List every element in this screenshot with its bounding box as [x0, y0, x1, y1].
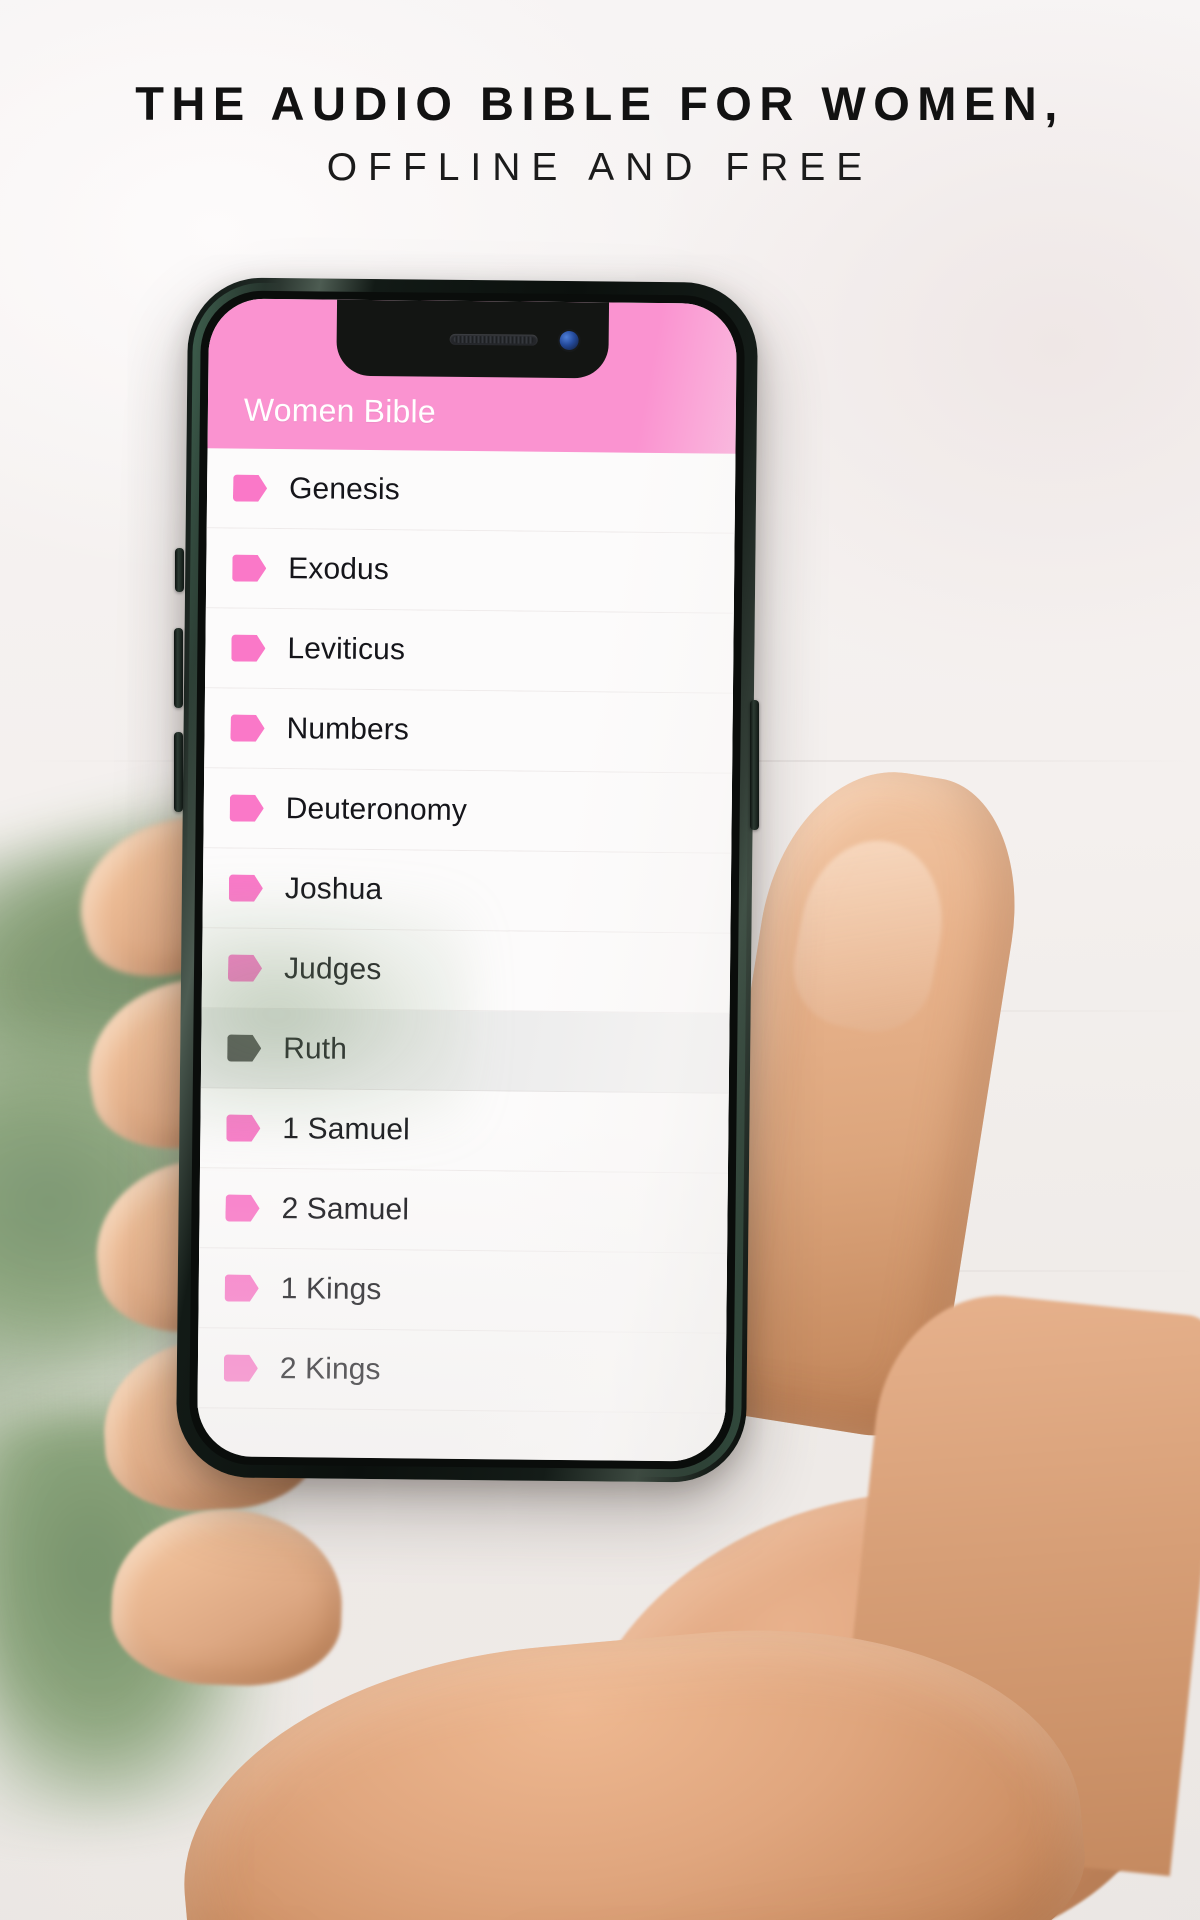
phone-notch [336, 299, 610, 379]
hand-lower-palm [166, 1601, 1094, 1920]
promo-page: THE AUDIO BIBLE FOR WOMEN, OFFLINE AND F… [0, 0, 1200, 1920]
promo-subheadline: OFFLINE AND FREE [326, 145, 874, 189]
bookmark-tag-icon [225, 1274, 259, 1301]
book-list-item-label: Ruth [283, 1031, 348, 1066]
book-list-item[interactable]: Ruth [200, 1008, 730, 1094]
book-list-item[interactable]: 2 Samuel [199, 1168, 728, 1254]
phone-screen: Women Bible Genesis Exodus Leviticus Number… [196, 298, 738, 1462]
book-list-item[interactable]: Joshua [202, 848, 732, 934]
book-list-item-label: Exodus [288, 551, 390, 586]
bible-book-list[interactable]: Genesis Exodus Leviticus Numbers Deuteronomy… [197, 448, 736, 1414]
phone-device: Women Bible Genesis Exodus Leviticus Number… [175, 277, 759, 1483]
bookmark-tag-icon [229, 875, 263, 902]
bookmark-tag-icon [227, 1034, 261, 1061]
book-list-item-label: Genesis [288, 471, 401, 506]
promo-headline: THE AUDIO BIBLE FOR WOMEN, [135, 77, 1065, 130]
bookmark-tag-icon [233, 475, 267, 502]
app-title: Women Bible [243, 391, 437, 430]
volume-down-button[interactable] [174, 732, 183, 812]
bookmark-tag-icon [228, 955, 262, 982]
phone-bezel: Women Bible Genesis Exodus Leviticus Number… [188, 290, 746, 1470]
hand-finger [109, 1506, 345, 1689]
bookmark-tag-icon [226, 1114, 260, 1141]
bookmark-tag-icon [231, 635, 265, 662]
book-list-item[interactable]: 1 Samuel [199, 1088, 729, 1174]
book-list-item-label: Deuteronomy [285, 791, 468, 827]
mute-switch[interactable] [175, 548, 184, 592]
bookmark-tag-icon [230, 795, 264, 822]
book-list-item-label: Joshua [284, 871, 383, 906]
volume-up-button[interactable] [174, 628, 183, 708]
book-list-item-label: Numbers [286, 711, 410, 746]
bookmark-tag-icon [224, 1354, 258, 1381]
book-list-item[interactable]: Leviticus [204, 608, 734, 694]
book-list-item-label: 1 Samuel [282, 1111, 411, 1146]
book-list-item-label: 2 Kings [279, 1351, 381, 1386]
book-list-item[interactable]: Numbers [204, 688, 733, 774]
speaker-grille-icon [449, 333, 538, 346]
bookmark-tag-icon [225, 1194, 259, 1221]
book-list-item-label: 2 Samuel [281, 1191, 410, 1226]
book-list-item[interactable]: Deuteronomy [203, 768, 733, 854]
hand-thumbnail [783, 828, 957, 1042]
bookmark-tag-icon [230, 715, 264, 742]
bookmark-tag-icon [232, 555, 266, 582]
book-list-item[interactable]: Exodus [205, 528, 735, 614]
front-camera-icon [559, 330, 579, 350]
hand-palm [524, 1449, 1200, 1920]
book-list-item[interactable]: 1 Kings [198, 1248, 728, 1334]
promo-headline-block: THE AUDIO BIBLE FOR WOMEN, OFFLINE AND F… [0, 80, 1200, 190]
book-list-item[interactable]: Judges [201, 928, 731, 1014]
power-button[interactable] [750, 700, 759, 830]
book-list-item-label: 1 Kings [280, 1271, 382, 1306]
book-list-item-label: Judges [283, 951, 382, 986]
book-list-item-label: Leviticus [287, 631, 406, 666]
book-list-item[interactable]: Genesis [206, 448, 736, 534]
hand-wrist [831, 1283, 1200, 1877]
book-list-item[interactable]: 2 Kings [197, 1328, 727, 1414]
